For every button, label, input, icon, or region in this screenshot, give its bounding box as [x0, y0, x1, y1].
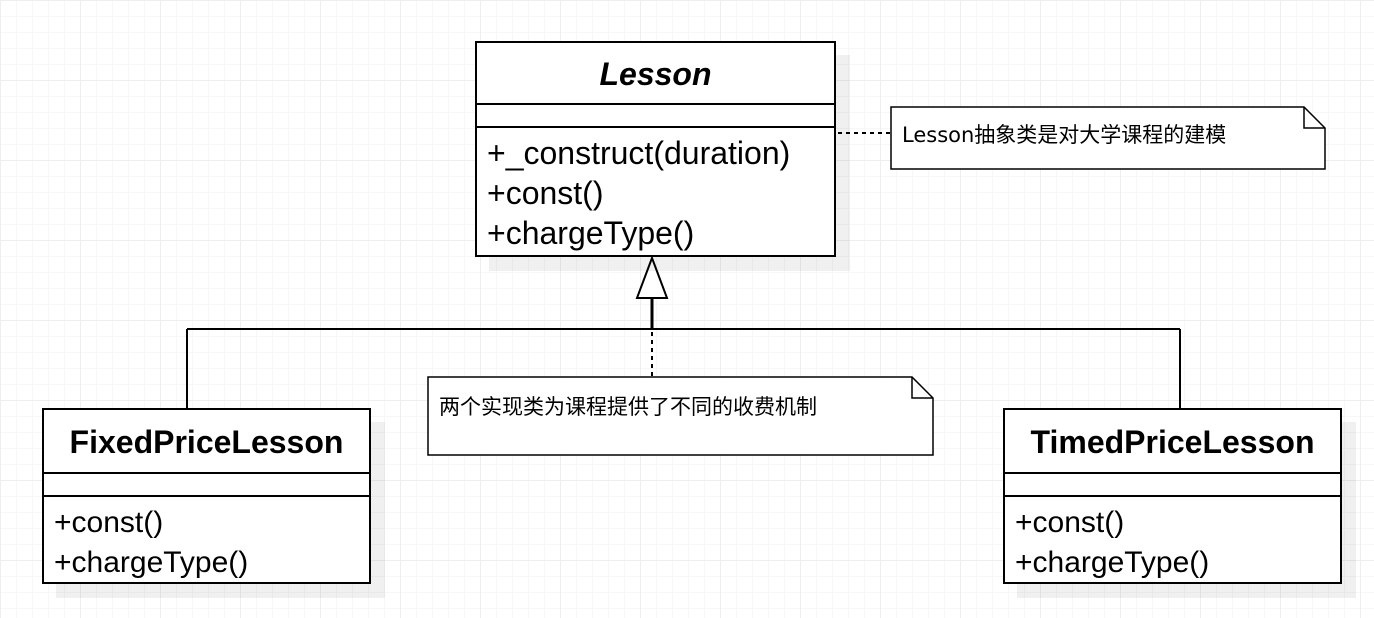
note-lesson-text: Lesson抽象类是对大学课程的建模	[902, 123, 1227, 147]
note-implementations[interactable]: 两个实现类为课程提供了不同的收费机制	[427, 376, 934, 456]
note-lesson[interactable]: Lesson抽象类是对大学课程的建模	[890, 106, 1326, 170]
methods-compartment-fixed: +const() +chargeType()	[44, 497, 369, 583]
methods-compartment-lesson: +_construct(duration) +const() +chargeTy…	[477, 128, 834, 253]
generalization-arrowhead	[635, 255, 669, 299]
method-const: +const()	[487, 175, 604, 211]
methods-compartment-timed: +const() +chargeType()	[1005, 497, 1340, 583]
attributes-compartment-lesson	[477, 105, 834, 128]
method-construct: +_construct(duration)	[487, 135, 791, 171]
class-lesson[interactable]: Lesson +_construct(duration) +const() +c…	[475, 41, 836, 257]
method-charge-type: +chargeType()	[1015, 546, 1210, 579]
class-name-fixed-price-lesson: FixedPriceLesson	[44, 410, 369, 474]
method-charge-type: +chargeType()	[54, 546, 249, 579]
method-charge-type: +chargeType()	[487, 215, 695, 251]
attributes-compartment-fixed	[44, 474, 369, 497]
method-const: +const()	[1015, 506, 1125, 539]
class-timed-price-lesson[interactable]: TimedPriceLesson +const() +chargeType()	[1003, 408, 1342, 584]
class-fixed-price-lesson[interactable]: FixedPriceLesson +const() +chargeType()	[42, 408, 371, 584]
attributes-compartment-timed	[1005, 474, 1340, 497]
class-name-lesson: Lesson	[477, 43, 834, 105]
note-implementations-text: 两个实现类为课程提供了不同的收费机制	[439, 395, 817, 419]
method-const: +const()	[54, 506, 164, 539]
class-name-timed-price-lesson: TimedPriceLesson	[1005, 410, 1340, 474]
